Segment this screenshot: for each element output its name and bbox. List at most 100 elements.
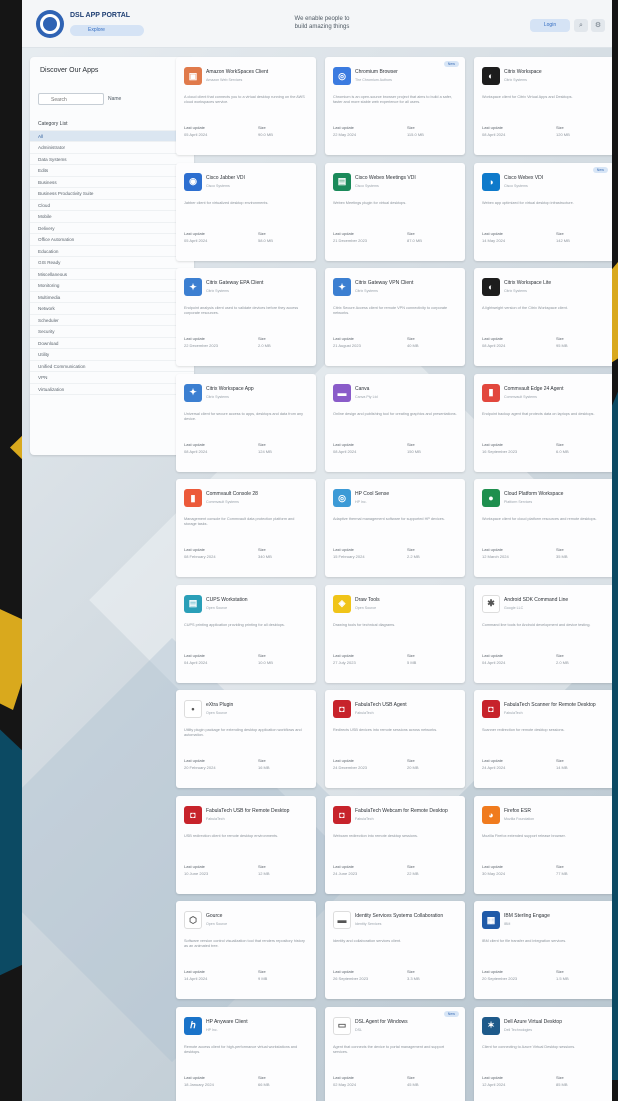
tagline-line-1: We enable people to: [294, 16, 350, 22]
app-card[interactable]: ◘ FabulaTech Webcam for Remote Desktop Fab…: [325, 795, 465, 894]
app-card[interactable]: ◕ Firefox ESR Mozilla Foundation Mozilla Fi…: [474, 795, 612, 894]
app-card[interactable]: ◐ Citrix Workspace Citrix Systems Workspace…: [474, 57, 612, 155]
sidebar-item[interactable]: Miscellaneous: [30, 269, 194, 280]
app-title[interactable]: Draw Tools: [355, 597, 459, 603]
app-card[interactable]: ◉ Cisco Jabber VDI Cisco Systems Jabber cli…: [176, 162, 316, 261]
app-title[interactable]: Citrix Workspace App: [206, 386, 310, 392]
app-title[interactable]: Commvault Edge 24 Agent: [504, 386, 608, 392]
app-title[interactable]: Citrix Workspace Lite: [504, 280, 608, 286]
app-icon: ◘: [482, 700, 500, 718]
sidebar-item[interactable]: Network: [30, 303, 194, 315]
app-card[interactable]: ◘ FabulaTech USB Agent FabulaTech Redirects…: [325, 690, 465, 788]
app-card[interactable]: ◎ HP Cool Sense HP Inc. Adaptive thermal ma…: [325, 479, 465, 577]
app-title[interactable]: Canva: [355, 386, 459, 392]
app-card[interactable]: ▮ Commvault Console 28 Commvault Systems Ma…: [176, 479, 316, 577]
sidebar-item[interactable]: Business Productivity Suite: [30, 188, 194, 200]
app-card[interactable]: ◐ Citrix Workspace Lite Citrix Systems A li…: [474, 268, 612, 366]
app-title[interactable]: HP Anyware Client: [206, 1019, 310, 1025]
app-title[interactable]: DSL Agent for Windows: [355, 1019, 459, 1025]
app-title[interactable]: HP Cool Sense: [355, 491, 459, 497]
sidebar-item[interactable]: Cloud: [30, 200, 194, 211]
app-title[interactable]: FabulaTech Webcam for Remote Desktop: [355, 808, 459, 814]
sidebar-item[interactable]: Edits: [30, 165, 194, 177]
sidebar-item[interactable]: Scheduler: [30, 315, 194, 326]
app-card[interactable]: ▭ DSL Agent for Windows DSL Agent that conn…: [325, 1006, 465, 1101]
app-card[interactable]: ✦ Citrix Workspace App Citrix Systems Unive…: [176, 373, 316, 472]
app-card[interactable]: ◘ FabulaTech USB for Remote Desktop Fabula…: [176, 795, 316, 894]
app-card[interactable]: ⬡ Gource Open Source Software version contr…: [176, 901, 316, 999]
app-card[interactable]: ✶ Dell Azure Virtual Desktop Dell Technolo…: [474, 1006, 612, 1101]
last-update-value: 22 May 2024: [333, 132, 357, 137]
app-card[interactable]: • eXtra Plugin Open Source Utility plugin p…: [176, 690, 316, 788]
sidebar-item[interactable]: Business: [30, 177, 194, 188]
sidebar-item[interactable]: Utility: [30, 349, 194, 361]
app-card[interactable]: ✦ Citrix Gateway VPN Client Citrix Systems…: [325, 268, 465, 366]
app-description: IBM client for file transfer and integra…: [482, 939, 567, 943]
last-update-label: Last update: [184, 336, 205, 341]
last-update-value: 24 December 2023: [333, 765, 368, 770]
app-title[interactable]: Dell Azure Virtual Desktop: [504, 1019, 608, 1025]
sidebar-item[interactable]: Data Systems: [30, 154, 194, 165]
app-title[interactable]: FabulaTech USB for Remote Desktop: [206, 808, 310, 814]
category-header[interactable]: Category List: [30, 119, 194, 131]
sidebar-item[interactable]: Monitoring: [30, 280, 194, 292]
gear-icon[interactable]: ⚙: [591, 19, 605, 32]
sidebar-item[interactable]: Administrator: [30, 142, 194, 154]
app-title[interactable]: Cisco Jabber VDI: [206, 175, 310, 181]
app-card[interactable]: ▦ IBM Sterling Engage IBM IBM client for fi…: [474, 901, 612, 999]
sidebar-item[interactable]: Delivery: [30, 223, 194, 234]
app-card[interactable]: ◈ Draw Tools Open Source Drawing tools for …: [325, 584, 465, 683]
app-card[interactable]: ◎ Chromium Browser The Chromium Authors Chr…: [325, 57, 465, 155]
app-title[interactable]: CUPS Workstation: [206, 597, 310, 603]
sidebar-item[interactable]: All: [30, 130, 194, 142]
app-card[interactable]: ● Cloud Platform Workspace Platform Servic…: [474, 479, 612, 577]
sidebar-item[interactable]: GIS Ready: [30, 257, 194, 269]
login-button[interactable]: Login: [530, 19, 570, 32]
explore-button[interactable]: Explore: [70, 25, 144, 36]
app-card[interactable]: ✱ Android SDK Command Line Google LLC Comma…: [474, 584, 612, 683]
app-card[interactable]: ▤ CUPS Workstation Open Source CUPS printin…: [176, 584, 316, 683]
portal-logo[interactable]: [36, 10, 64, 38]
last-update-label: Last update: [333, 969, 354, 974]
app-title[interactable]: FabulaTech Scanner for Remote Desktop: [504, 702, 608, 708]
app-card[interactable]: ✦ Citrix Gateway EPA Client Citrix Systems…: [176, 268, 316, 366]
app-title[interactable]: Citrix Gateway VPN Client: [355, 280, 459, 286]
app-title[interactable]: Amazon WorkSpaces Client: [206, 69, 310, 75]
app-title[interactable]: eXtra Plugin: [206, 702, 310, 708]
app-title[interactable]: Commvault Console 28: [206, 491, 310, 497]
sidebar-item[interactable]: Virtualization: [30, 384, 194, 395]
app-title[interactable]: Identity Services Systems Collaboration: [355, 913, 459, 919]
sidebar-item[interactable]: Mobile: [30, 211, 194, 223]
app-title[interactable]: Firefox ESR: [504, 808, 608, 814]
app-title[interactable]: Android SDK Command Line: [504, 597, 608, 603]
app-description: Jabber client for virtualized desktop en…: [184, 200, 269, 205]
app-card[interactable]: ◘ FabulaTech Scanner for Remote Desktop Fa…: [474, 690, 612, 788]
sidebar-item[interactable]: Unified Communication: [30, 361, 194, 372]
size-value: 5 MB: [407, 659, 417, 665]
app-card[interactable]: ▬ Canva Canva Pty Ltd Online design and pub…: [325, 373, 465, 472]
app-card[interactable]: ▬ Identity Services Systems Collaboration…: [325, 901, 465, 999]
app-title[interactable]: Cloud Platform Workspace: [504, 491, 608, 497]
app-card[interactable]: ◑ Cisco Webex VDI Cisco Systems Webex app o…: [474, 162, 612, 261]
app-card[interactable]: ▮ Commvault Edge 24 Agent Commvault System…: [474, 373, 612, 472]
sidebar-item[interactable]: Multimedia: [30, 292, 194, 303]
sidebar-item[interactable]: Security: [30, 326, 194, 338]
app-title[interactable]: IBM Sterling Engage: [504, 913, 608, 919]
app-title[interactable]: Citrix Workspace: [504, 69, 608, 75]
sidebar-item[interactable]: Download: [30, 338, 194, 349]
app-title[interactable]: Cisco Webex VDI: [504, 175, 608, 181]
sort-dropdown[interactable]: Name: [108, 93, 158, 105]
app-title[interactable]: Cisco Webex Meetings VDI: [355, 175, 459, 181]
app-title[interactable]: Citrix Gateway EPA Client: [206, 280, 310, 286]
app-card[interactable]: ▤ Cisco Webex Meetings VDI Cisco Systems We…: [325, 162, 465, 261]
app-title[interactable]: Gource: [206, 913, 310, 919]
sidebar-item[interactable]: Education: [30, 246, 194, 257]
app-title[interactable]: Chromium Browser: [355, 69, 459, 75]
app-card[interactable]: ▣ Amazon WorkSpaces Client Amazon Web Serv…: [176, 57, 316, 155]
sidebar-item[interactable]: VPN: [30, 372, 194, 384]
app-title[interactable]: FabulaTech USB Agent: [355, 702, 459, 708]
app-card[interactable]: ℎ HP Anyware Client HP Inc. Remote access c…: [176, 1006, 316, 1101]
search-icon[interactable]: ⌕: [574, 19, 588, 32]
sidebar-item[interactable]: Office Automation: [30, 234, 194, 246]
search-input[interactable]: [38, 93, 104, 105]
